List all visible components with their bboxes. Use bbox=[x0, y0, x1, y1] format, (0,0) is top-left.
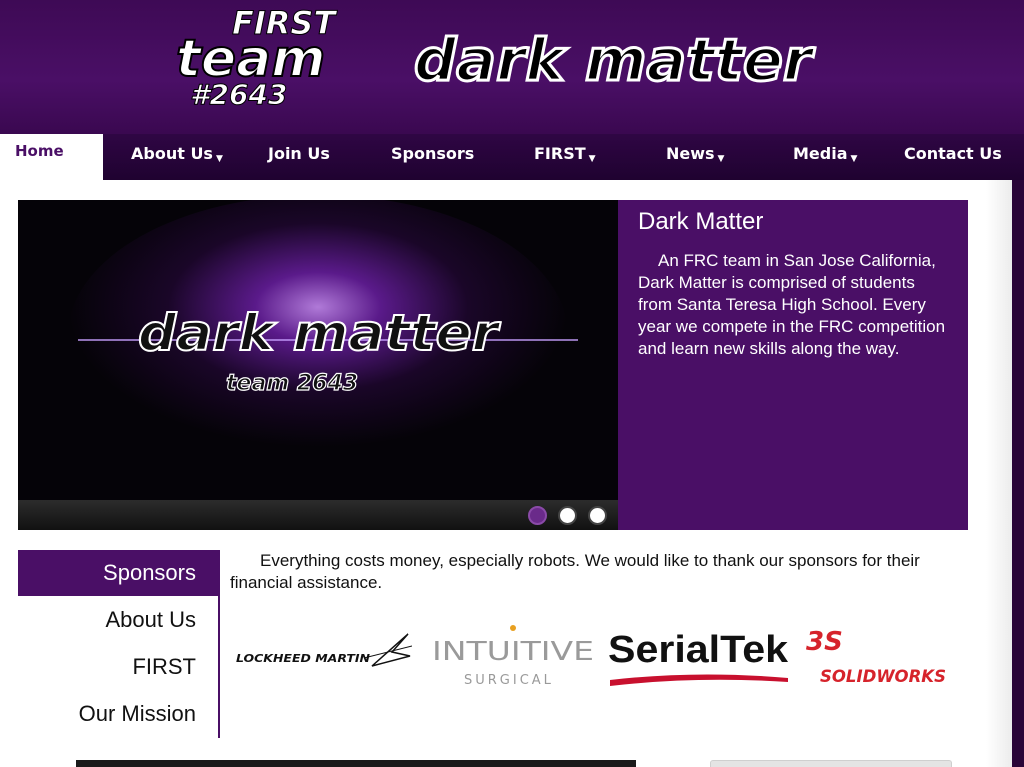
sponsor-subname: SURGICAL bbox=[464, 673, 554, 688]
hero-image-subtitle: team 2643 bbox=[226, 371, 358, 396]
sponsor-name: SOLIDWORKS bbox=[820, 667, 946, 687]
sidebar-item-our-mission[interactable]: Our Mission bbox=[18, 691, 218, 737]
nav-media[interactable]: Media ▼ bbox=[793, 134, 857, 180]
hero-artwork: dark matter team 2643 bbox=[18, 200, 618, 530]
nav-sponsors[interactable]: Sponsors bbox=[391, 134, 474, 180]
sidebar-item-sponsors[interactable]: Sponsors bbox=[18, 550, 218, 596]
sponsor-name: LOCKHEED MARTIN bbox=[236, 652, 370, 665]
sponsor-name: SerialTek bbox=[608, 629, 789, 671]
nav-first[interactable]: FIRST ▼ bbox=[534, 134, 596, 180]
nav-label: Home bbox=[15, 142, 64, 160]
bottom-widget bbox=[710, 760, 952, 767]
bottom-video-preview bbox=[76, 760, 636, 767]
hero-image-title: dark matter bbox=[138, 304, 502, 362]
chevron-down-icon: ▼ bbox=[215, 154, 223, 164]
dark-matter-logo[interactable]: dark matter bbox=[410, 30, 820, 102]
hero-slide-image[interactable]: dark matter team 2643 bbox=[18, 200, 618, 530]
lockheed-martin-logo[interactable]: LOCKHEED MARTIN bbox=[236, 628, 412, 678]
nav-contact-us[interactable]: Contact Us bbox=[904, 134, 1002, 180]
nav-label: News bbox=[666, 144, 715, 163]
solidworks-logo[interactable]: 3S SOLIDWORKS bbox=[804, 620, 954, 690]
first-team-logo[interactable]: FIRST team #2643 bbox=[172, 4, 362, 114]
star-icon bbox=[371, 633, 411, 667]
hero-description: An FRC team in San Jose California, Dark… bbox=[638, 251, 946, 358]
nav-label: FIRST bbox=[534, 144, 586, 163]
chevron-down-icon: ▼ bbox=[588, 154, 596, 164]
sidebar-item-first[interactable]: FIRST bbox=[18, 644, 218, 690]
nav-home[interactable]: Home bbox=[0, 134, 103, 180]
sponsor-name: INTUITIVE bbox=[432, 637, 594, 667]
logo-team-name: dark matter bbox=[414, 30, 815, 94]
nav-label: Media bbox=[793, 144, 848, 163]
sidebar-item-label: About Us bbox=[105, 607, 197, 632]
nav-label: Join Us bbox=[268, 144, 330, 163]
chevron-down-icon: ▼ bbox=[850, 154, 858, 164]
chevron-down-icon: ▼ bbox=[717, 154, 725, 164]
nav-news[interactable]: News ▼ bbox=[666, 134, 724, 180]
nav-join-us[interactable]: Join Us bbox=[268, 134, 330, 180]
sidebar-item-label: FIRST bbox=[132, 654, 196, 679]
intuitive-surgical-logo[interactable]: INTUITIVE SURGICAL bbox=[430, 624, 598, 690]
dot-icon bbox=[510, 625, 516, 631]
ds-mark-icon: 3S bbox=[806, 627, 843, 657]
slide-dot-2[interactable] bbox=[558, 506, 577, 525]
nav-label: Contact Us bbox=[904, 144, 1002, 163]
sidebar-item-about-us[interactable]: About Us bbox=[18, 597, 218, 643]
main-nav: About Us ▼ Join Us Sponsors FIRST ▼ News ▼ … bbox=[0, 134, 1024, 180]
nav-label: Sponsors bbox=[391, 144, 475, 163]
page-edge-shadow bbox=[986, 180, 1012, 767]
hero-title: Dark Matter bbox=[638, 208, 764, 235]
slide-dot-3[interactable] bbox=[588, 506, 607, 525]
page-edge bbox=[1012, 180, 1024, 767]
slide-dot-1[interactable] bbox=[528, 506, 547, 525]
nav-about-us[interactable]: About Us ▼ bbox=[131, 134, 223, 180]
swoosh-icon bbox=[610, 674, 788, 686]
sponsors-intro-text: Everything costs money, especially robot… bbox=[230, 551, 920, 592]
serialtek-logo[interactable]: SerialTek bbox=[606, 624, 794, 690]
sidebar-item-label: Our Mission bbox=[78, 701, 196, 726]
sidebar-item-label: Sponsors bbox=[103, 560, 196, 585]
nav-label: About Us bbox=[131, 144, 213, 163]
site-header: FIRST team #2643 dark matter bbox=[0, 0, 1024, 134]
logo-team-number: #2643 bbox=[190, 78, 287, 111]
